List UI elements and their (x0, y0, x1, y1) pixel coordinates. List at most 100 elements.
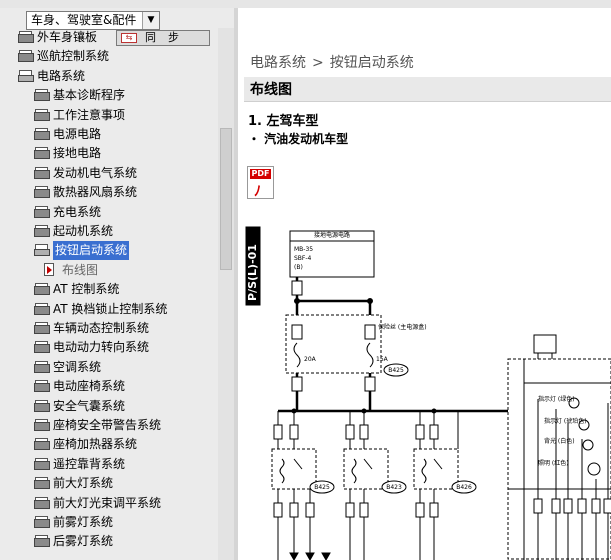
book-icon (34, 321, 50, 334)
tree-item-label: 外车身镶板 (37, 30, 98, 44)
tree-item[interactable]: 后雾灯系统 (34, 532, 218, 551)
tree-item[interactable]: 工作注意事项 (34, 106, 218, 125)
tree-item[interactable]: 巡航控制系统 (18, 47, 218, 66)
book-icon (34, 205, 50, 218)
chevron-down-icon[interactable]: ▼ (142, 12, 159, 29)
book-icon (34, 108, 50, 121)
book-icon (34, 379, 50, 393)
tree-item-label: 接地电路 (53, 146, 102, 161)
breadcrumb-item[interactable]: 电路系统 (250, 55, 306, 71)
tree-item-label: 空调系统 (53, 359, 102, 374)
tree-item[interactable]: 充电系统 (34, 203, 218, 222)
tree-item[interactable]: 电源电路 (34, 125, 218, 144)
content-pane: 电路系统 > 按钮启动系统 布线图 1. 左驾车型 ・ 汽油发动机车型 PDF ﾉ (238, 8, 611, 560)
tree-item[interactable]: 接地电路 (34, 144, 218, 163)
book-icon (34, 224, 50, 237)
tree-item[interactable]: 散热器风扇系统 (34, 183, 218, 202)
tree-item[interactable]: 车辆动态控制系统 (34, 319, 218, 338)
tree-item-label: 散热器风扇系统 (53, 185, 138, 200)
tree-item[interactable]: 遥控靠背系统 (34, 455, 218, 474)
book-icon (18, 69, 34, 82)
book-icon (18, 49, 34, 63)
section-title: 布线图 (250, 82, 292, 98)
wiring-diagram: B425 B423 B426 B425 接地电源电路 MB-35 SBF-4 (… (245, 226, 611, 560)
tree-scrollbar-thumb[interactable] (220, 128, 232, 270)
box-title: 接地电源电路 (314, 231, 350, 239)
sheet-label: P/S(L)-01 (246, 244, 259, 301)
fuse-rating: 15A (376, 356, 389, 363)
tree-item[interactable]: 布线图 (44, 261, 218, 280)
connector-label: B423 (386, 484, 402, 491)
tree-item[interactable]: 电动座椅系统 (34, 377, 218, 396)
tree-item[interactable]: 前大灯光束调平系统 (34, 494, 218, 513)
tree-item-label: 巡航控制系统 (37, 49, 110, 64)
document-icon (44, 262, 54, 276)
tree-item[interactable]: 座椅安全带警告系统 (34, 416, 218, 435)
tree-item-label: 遥控靠背系统 (53, 456, 126, 471)
tree-item[interactable]: 起动机系统 (34, 222, 218, 241)
tree-item[interactable]: 前大灯系统 (34, 474, 218, 493)
tree-item[interactable]: 座椅加热器系统 (34, 435, 218, 454)
tree-item[interactable]: 电路系统 (18, 67, 218, 86)
book-icon (34, 496, 50, 509)
sync-button[interactable]: ⇆ 同步 (116, 30, 210, 46)
sub-heading: ・ 汽油发动机车型 (248, 132, 349, 146)
tree-item-label: 车辆动态控制系统 (53, 321, 150, 335)
tree-item-label: 发动机电气系统 (53, 165, 138, 180)
tree-item-label: 基本诊断程序 (53, 88, 126, 103)
tree-item-label: 前大灯系统 (53, 476, 114, 491)
pdf-icon[interactable]: PDF ﾉ (247, 166, 274, 200)
tree-item[interactable]: 空调系统 (34, 358, 218, 377)
tree-item-label: 座椅安全带警告系统 (53, 418, 162, 432)
window-top-strip (0, 0, 611, 8)
book-icon (34, 166, 50, 179)
box-line: MB-35 (294, 246, 313, 253)
relay-box (413, 448, 459, 490)
category-dropdown-value: 车身、驾驶室&配件 (31, 13, 137, 27)
book-icon (18, 30, 34, 43)
indicator-label: 指示灯 (绿色) (538, 395, 575, 403)
tree-item[interactable]: AT 控制系统 (34, 280, 218, 299)
tree-item[interactable]: 安全气囊系统 (34, 397, 218, 416)
tree-item[interactable]: 前雾灯系统 (34, 513, 218, 532)
tree-item-label: 按钮启动系统 (53, 241, 130, 261)
book-icon (34, 243, 50, 257)
tree-item-label: 前雾灯系统 (53, 515, 114, 529)
page-heading: 1. 左驾车型 (248, 114, 319, 129)
tree-item-label: 电动动力转向系统 (53, 340, 150, 355)
tree-item-label: 工作注意事项 (53, 107, 126, 122)
book-icon (34, 399, 50, 412)
box-line: SBF-4 (294, 255, 312, 262)
connector-label: B425 (388, 367, 404, 374)
connector-label: B425 (314, 484, 330, 491)
tree-item[interactable]: 按钮启动系统 (34, 241, 218, 261)
tree-item-label: 后雾灯系统 (53, 534, 114, 549)
tree-scrollbar[interactable] (218, 28, 234, 560)
tree-item-label: 座椅加热器系统 (53, 437, 138, 452)
book-icon (34, 360, 50, 373)
fuse-rating: 20A (304, 356, 317, 363)
sync-icon: ⇆ (121, 33, 137, 43)
breadcrumb-separator: > (312, 55, 324, 71)
indicator-label: 指示灯 (琥珀色) (544, 417, 587, 425)
sync-button-label: 同步 (145, 31, 191, 44)
book-icon (34, 418, 50, 431)
book-icon (34, 146, 50, 160)
tree-item[interactable]: 发动机电气系统 (34, 164, 218, 183)
tree-item-label: 布线图 (62, 262, 99, 277)
navigation-tree: 外车身镶板巡航控制系统电路系统基本诊断程序 工作注意事项电源电路接地电路发动机电气… (0, 28, 218, 552)
breadcrumb: 电路系统 > 按钮启动系统 (250, 52, 414, 72)
tree-item[interactable]: AT 换档锁止控制系统 (34, 300, 218, 319)
book-icon (34, 476, 50, 490)
tree-item-label: 电动座椅系统 (53, 379, 126, 394)
tree-item-label: 安全气囊系统 (53, 398, 126, 413)
pdf-icon-label: PDF (250, 169, 271, 179)
fuse-block (285, 314, 382, 374)
book-icon (34, 340, 50, 354)
tree-item-label: 前大灯光束调平系统 (53, 495, 162, 510)
book-icon (34, 282, 50, 296)
push-button-switch (533, 334, 557, 354)
tree-item[interactable]: 基本诊断程序 (34, 86, 218, 105)
book-icon (34, 127, 50, 140)
tree-item[interactable]: 电动动力转向系统 (34, 338, 218, 357)
